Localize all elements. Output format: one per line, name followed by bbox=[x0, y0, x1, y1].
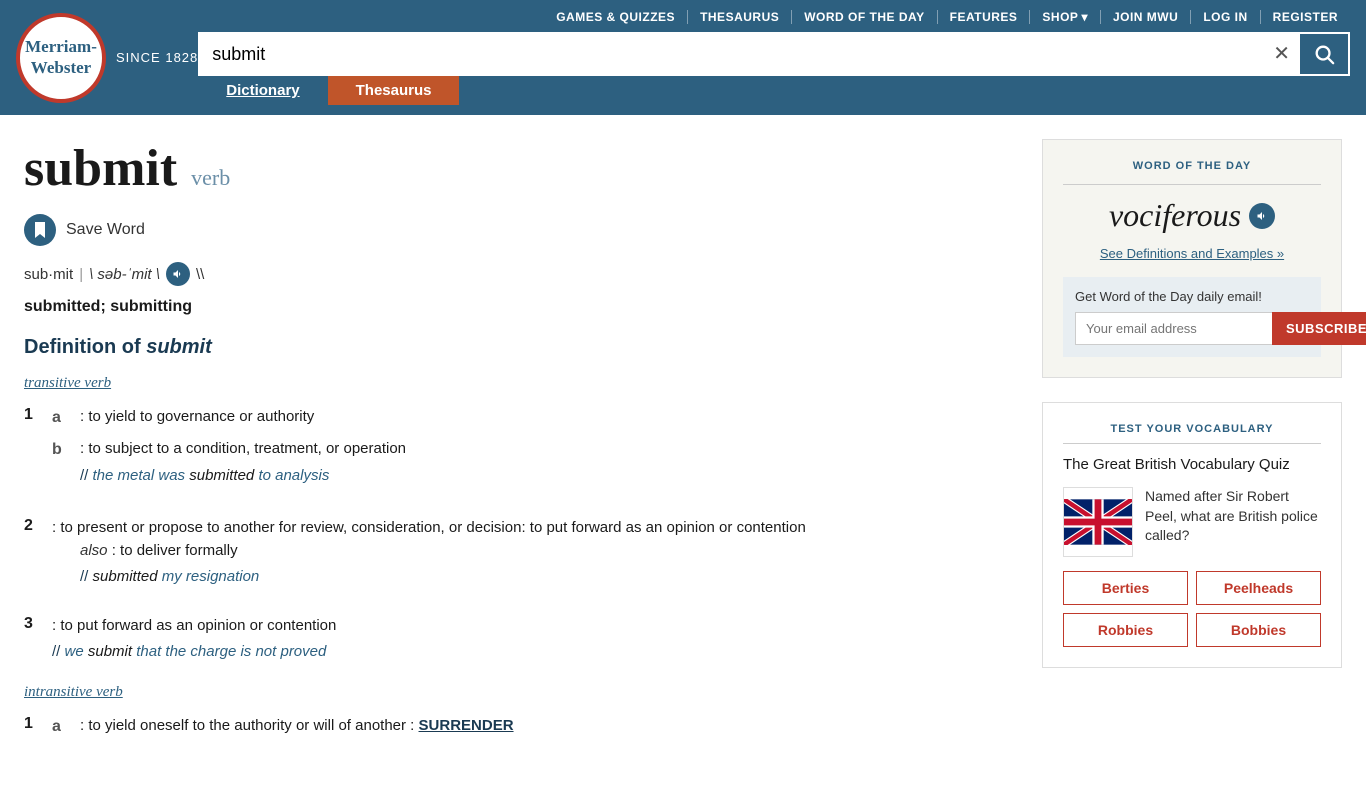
top-nav: GAMES & QUIZZES THESAURUS WORD OF THE DA… bbox=[198, 10, 1350, 105]
answer-robbies[interactable]: Robbies bbox=[1063, 613, 1188, 647]
def-also-2: also : to deliver formally // submitted … bbox=[80, 540, 1018, 589]
site-header: Merriam-Webster SINCE 1828 GAMES & QUIZZ… bbox=[0, 0, 1366, 115]
verb-type-transitive[interactable]: transitive verb bbox=[24, 375, 1018, 392]
clear-button[interactable]: ✕ bbox=[1273, 44, 1290, 64]
wotd-speaker-icon bbox=[1256, 210, 1268, 222]
def-number-1: 1 bbox=[24, 406, 52, 497]
wotd-divider bbox=[1063, 184, 1321, 185]
def-number-2: 2 bbox=[24, 517, 52, 595]
uk-flag-icon bbox=[1064, 499, 1132, 545]
tab-row: Dictionary Thesaurus bbox=[198, 76, 1350, 105]
surrender-link[interactable]: SURRENDER bbox=[419, 717, 514, 734]
def-row-2: 2 : to present or propose to another for… bbox=[24, 517, 1018, 595]
tab-dictionary[interactable]: Dictionary bbox=[198, 76, 327, 105]
subscribe-button[interactable]: SUBSCRIBE bbox=[1272, 312, 1366, 345]
search-input[interactable] bbox=[198, 32, 1298, 76]
sidebar: WORD OF THE DAY vociferous See Definitio… bbox=[1042, 139, 1342, 769]
def-number-3: 3 bbox=[24, 615, 52, 664]
nav-join[interactable]: JOIN MWU bbox=[1101, 10, 1191, 24]
definition-group-2: 2 : to present or propose to another for… bbox=[24, 517, 1018, 595]
pron-end: \\ bbox=[196, 266, 204, 283]
answer-peelheads[interactable]: Peelheads bbox=[1196, 571, 1321, 605]
nav-games[interactable]: GAMES & QUIZZES bbox=[544, 10, 688, 24]
audio-button[interactable] bbox=[166, 262, 190, 286]
vocab-image-row: Named after Sir Robert Peel, what are Br… bbox=[1063, 487, 1321, 557]
pron-divider: | bbox=[79, 266, 83, 283]
wotd-word: vociferous bbox=[1063, 197, 1321, 234]
definition-group-3: 3 : to put forward as an opinion or cont… bbox=[24, 615, 1018, 664]
vocab-divider bbox=[1063, 443, 1321, 444]
def-content-3: : to put forward as an opinion or conten… bbox=[52, 615, 1018, 664]
logo-text: Merriam-Webster bbox=[20, 37, 102, 78]
wotd-email-row: SUBSCRIBE bbox=[1075, 312, 1309, 345]
word-title-area: submit verb bbox=[24, 139, 1018, 198]
vocab-answers: Berties Peelheads Robbies Bobbies bbox=[1063, 571, 1321, 647]
nav-links: GAMES & QUIZZES THESAURUS WORD OF THE DA… bbox=[198, 10, 1350, 32]
vocab-question: Named after Sir Robert Peel, what are Br… bbox=[1145, 487, 1321, 546]
intrans-number-1: 1 bbox=[24, 715, 52, 749]
syllables: sub·mit bbox=[24, 266, 73, 283]
logo-area: Merriam-Webster SINCE 1828 bbox=[16, 13, 198, 103]
intrans-letter-a: a bbox=[52, 715, 80, 739]
answer-berties[interactable]: Berties bbox=[1063, 571, 1188, 605]
search-button[interactable] bbox=[1298, 32, 1350, 76]
word-pos: verb bbox=[191, 165, 230, 191]
def-letter-a: a bbox=[52, 406, 80, 430]
search-row: ✕ bbox=[198, 32, 1350, 76]
bookmark-button[interactable] bbox=[24, 214, 56, 246]
def-row-1a: 1 a : to yield to governance or authorit… bbox=[24, 406, 1018, 497]
inflections: submitted; submitting bbox=[24, 298, 1018, 316]
def-text-1a: : to yield to governance or authority bbox=[80, 406, 1018, 430]
wotd-audio-button[interactable] bbox=[1249, 203, 1275, 229]
def-example-2: // submitted my resignation bbox=[80, 566, 1018, 589]
intransitive-def-group-1: 1 a : to yield oneself to the authority … bbox=[24, 715, 1018, 749]
nav-register[interactable]: REGISTER bbox=[1261, 10, 1350, 24]
search-icon bbox=[1313, 43, 1335, 65]
tab-thesaurus[interactable]: Thesaurus bbox=[328, 76, 460, 105]
bookmark-icon bbox=[33, 222, 47, 238]
vocab-quiz-title: The Great British Vocabulary Quiz bbox=[1063, 456, 1321, 473]
verb-type-intransitive[interactable]: intransitive verb bbox=[24, 684, 1018, 701]
definition-group-1: 1 a : to yield to governance or authorit… bbox=[24, 406, 1018, 497]
speaker-icon bbox=[172, 268, 184, 280]
def-text-1b: : to subject to a condition, treatment, … bbox=[80, 438, 1018, 487]
def-example-1b: // the metal was submitted to analysis bbox=[80, 465, 1018, 488]
wotd-email-label: Get Word of the Day daily email! bbox=[1075, 289, 1309, 304]
definition-heading: Definition of submit bbox=[24, 336, 1018, 359]
vocab-widget: TEST YOUR VOCABULARY The Great British V… bbox=[1042, 402, 1342, 668]
def-example-3: // we submit that the charge is not prov… bbox=[52, 641, 1018, 664]
nav-wotd[interactable]: WORD OF THE DAY bbox=[792, 10, 937, 24]
word-headword: submit bbox=[24, 139, 177, 198]
def-content-2: : to present or propose to another for r… bbox=[52, 517, 1018, 595]
intrans-text-1a: : to yield oneself to the authority or w… bbox=[80, 715, 1018, 739]
content-area: submit verb Save Word sub·mit | \ səb-ˈm… bbox=[24, 139, 1018, 769]
save-word-area: Save Word bbox=[24, 214, 1018, 246]
intrans-content-1: a : to yield oneself to the authority or… bbox=[52, 715, 1018, 749]
wotd-email-input[interactable] bbox=[1075, 312, 1272, 345]
vocab-flag bbox=[1063, 487, 1133, 557]
wotd-link[interactable]: See Definitions and Examples » bbox=[1063, 246, 1321, 261]
save-label: Save Word bbox=[66, 221, 145, 239]
since-text: SINCE 1828 bbox=[116, 50, 198, 65]
def-content-1: a : to yield to governance or authority … bbox=[52, 406, 1018, 497]
main-container: submit verb Save Word sub·mit | \ səb-ˈm… bbox=[0, 115, 1366, 793]
nav-features[interactable]: FEATURES bbox=[938, 10, 1031, 24]
logo[interactable]: Merriam-Webster bbox=[16, 13, 106, 103]
vocab-label: TEST YOUR VOCABULARY bbox=[1063, 423, 1321, 435]
wotd-email-section: Get Word of the Day daily email! SUBSCRI… bbox=[1063, 277, 1321, 357]
search-wrapper: ✕ bbox=[198, 32, 1298, 76]
also-def: : to deliver formally bbox=[112, 542, 238, 559]
nav-shop[interactable]: SHOP ▾ bbox=[1030, 10, 1101, 24]
nav-login[interactable]: LOG IN bbox=[1191, 10, 1260, 24]
def-letter-b: b bbox=[52, 438, 80, 487]
def-row-3: 3 : to put forward as an opinion or cont… bbox=[24, 615, 1018, 664]
also-label: also bbox=[80, 542, 108, 559]
nav-thesaurus[interactable]: THESAURUS bbox=[688, 10, 792, 24]
wotd-label: WORD OF THE DAY bbox=[1063, 160, 1321, 172]
wotd-widget: WORD OF THE DAY vociferous See Definitio… bbox=[1042, 139, 1342, 378]
intrans-row-1a: 1 a : to yield oneself to the authority … bbox=[24, 715, 1018, 749]
phonetic: \ səb-ˈmit \ bbox=[89, 266, 160, 283]
pronunciation: sub·mit | \ səb-ˈmit \ \\ bbox=[24, 262, 1018, 286]
answer-bobbies[interactable]: Bobbies bbox=[1196, 613, 1321, 647]
